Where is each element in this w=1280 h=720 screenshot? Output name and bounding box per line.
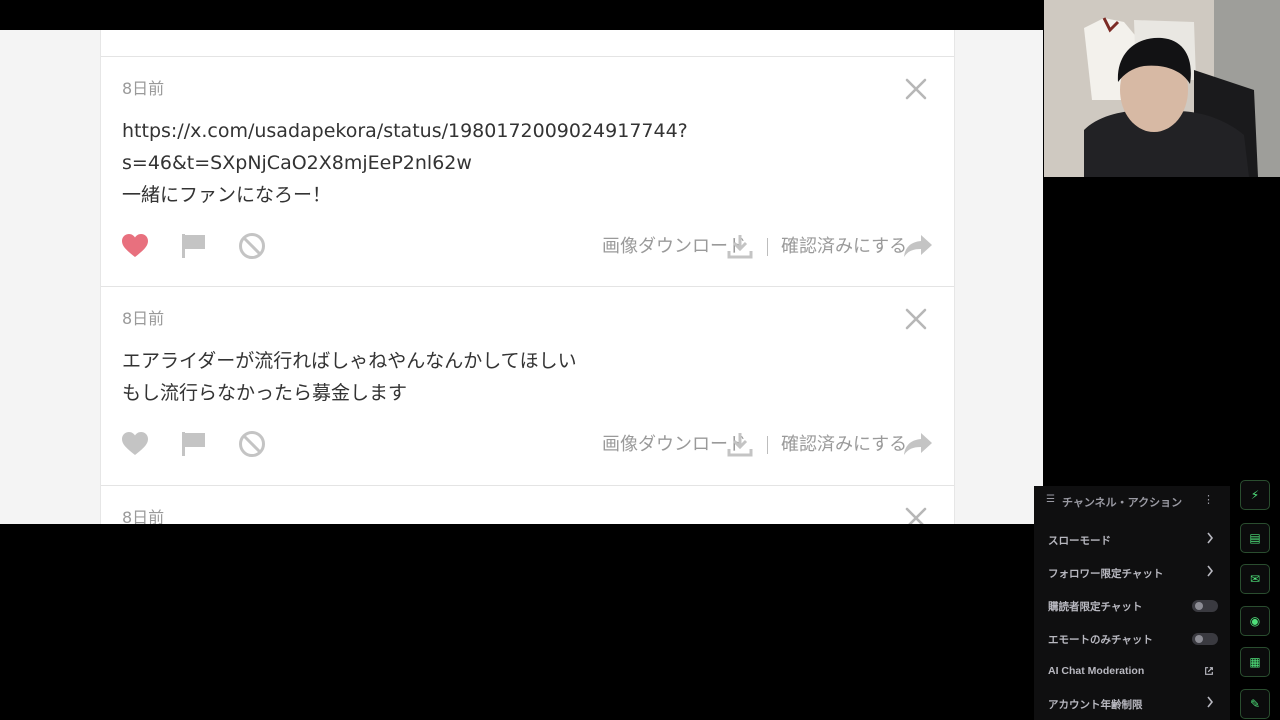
subscriber-only-chat-label: 購読者限定チャット [1048,601,1143,613]
notes-icon[interactable]: ▤ [1240,523,1270,553]
channel-actions-panel: ☰ チャンネル・アクション ⋮ スローモード フォロワー限定チャット 購読者限定… [1034,486,1230,720]
message-feed: 8日前 https://x.com/usadapekora/status/198… [100,30,955,524]
ai-chat-moderation-item[interactable]: AI Chat Moderation [1048,661,1220,681]
flag-icon[interactable] [179,231,209,261]
subscriber-only-toggle[interactable] [1192,600,1218,612]
block-icon[interactable] [237,429,267,459]
slow-mode-label: スローモード [1048,535,1111,547]
share-arrow-icon[interactable] [903,431,933,457]
subscriber-only-chat-item: 購読者限定チャット [1048,595,1220,615]
close-icon[interactable] [904,77,928,101]
more-icon[interactable]: ⋮ [1203,493,1214,506]
chat-icon[interactable]: ✉ [1240,564,1270,594]
message-line: s=46&t=SXpNjCaO2X8mjEeP2nl62w [122,152,472,174]
follower-only-chat-item[interactable]: フォロワー限定チャット [1048,562,1220,582]
confirm-action[interactable]: 確認済みにする [781,428,907,458]
confirm-label[interactable]: 確認済みにする [781,232,907,258]
action-separator [767,436,768,454]
webcam-feed [1044,0,1280,177]
account-age-restriction-item[interactable]: アカウント年齢制限 [1048,693,1220,713]
chevron-right-icon [1207,565,1214,577]
message-body: https://x.com/usadapekora/status/1980172… [122,115,688,211]
block-icon[interactable] [237,231,267,261]
message-time: 8日前 [122,508,165,524]
download-label[interactable]: 画像ダウンロード [602,430,746,456]
account-age-restriction-label: アカウント年齢制限 [1048,699,1143,711]
close-icon[interactable] [904,307,928,331]
flag-icon[interactable] [179,429,209,459]
message-line: 一緒にファンになろー！ [122,184,332,206]
share-arrow-icon[interactable] [903,233,933,259]
heart-icon[interactable] [120,231,150,261]
action-rail: ⚡ ▤ ✉ ◉ ▦ ✎ [1230,480,1280,720]
download-action[interactable]: 画像ダウンロード [602,428,746,458]
message-line: https://x.com/usadapekora/status/1980172… [122,120,688,142]
chevron-right-icon [1207,532,1214,544]
heart-icon[interactable] [120,429,150,459]
message-card: 8日前 [101,485,954,524]
message-card: 8日前 エアライダーが流行ればしゃねやんなんかしてほしい もし流行らなかったら募… [101,286,954,485]
action-separator [767,238,768,256]
emote-only-toggle[interactable] [1192,633,1218,645]
emote-only-chat-label: エモートのみチャット [1048,634,1153,646]
external-link-icon [1205,667,1213,675]
message-time: 8日前 [122,309,165,328]
download-action[interactable]: 画像ダウンロード [602,230,746,260]
actions-icon: ☰ [1046,494,1055,505]
slow-mode-item[interactable]: スローモード [1048,529,1220,549]
close-icon[interactable] [904,506,928,524]
emote-only-chat-item: エモートのみチャット [1048,628,1220,648]
follower-only-chat-label: フォロワー限定チャット [1048,568,1164,580]
layout-icon[interactable]: ▦ [1240,647,1270,677]
download-label[interactable]: 画像ダウンロード [602,232,746,258]
panel-header: チャンネル・アクション [1062,497,1183,509]
message-body: エアライダーが流行ればしゃねやんなんかしてほしい もし流行らなかったら募金します [122,345,577,409]
wrench-icon[interactable]: ✎ [1240,689,1270,719]
chevron-right-icon [1207,696,1214,708]
browser-capture: 8日前 https://x.com/usadapekora/status/198… [0,30,1043,524]
webcam-image [1044,0,1280,177]
message-card: 8日前 https://x.com/usadapekora/status/198… [101,56,954,287]
download-icon[interactable] [726,430,754,460]
ai-chat-moderation-label: AI Chat Moderation [1048,665,1145,677]
confirm-action[interactable]: 確認済みにする [781,230,907,260]
message-time: 8日前 [122,79,165,98]
lightning-icon[interactable]: ⚡ [1240,480,1270,510]
download-icon[interactable] [726,232,754,262]
broadcast-icon[interactable]: ◉ [1240,606,1270,636]
message-line: エアライダーが流行ればしゃねやんなんかしてほしい [122,350,577,372]
message-line: もし流行らなかったら募金します [122,382,408,404]
confirm-label[interactable]: 確認済みにする [781,430,907,456]
